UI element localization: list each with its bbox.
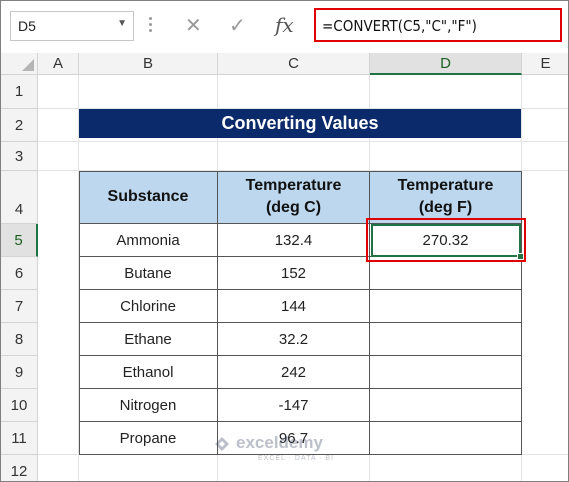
column-header-b[interactable]: B	[79, 53, 218, 75]
name-box-value: D5	[18, 18, 36, 34]
select-all-corner[interactable]	[1, 53, 38, 75]
cell-temp-f[interactable]	[370, 323, 522, 356]
cell-temp-c[interactable]: 32.2	[218, 323, 370, 356]
row-header-6[interactable]: 6	[1, 257, 38, 290]
row-header-8[interactable]: 8	[1, 323, 38, 356]
cell-substance[interactable]: Nitrogen	[79, 389, 218, 422]
formula-text: =CONVERT(C5,"C","F")	[322, 17, 477, 35]
close-icon[interactable]: ✕	[185, 13, 202, 38]
check-icon[interactable]: ✓	[229, 13, 246, 38]
header-temp-f[interactable]: Temperature (deg F)	[370, 171, 522, 224]
cell-substance[interactable]: Propane	[79, 422, 218, 455]
watermark-name: exceldemy	[236, 433, 323, 452]
gridline	[38, 141, 568, 142]
cell-temp-c[interactable]: 132.4	[218, 224, 370, 257]
row-header-1[interactable]: 1	[1, 75, 38, 109]
cell-temp-f[interactable]	[370, 356, 522, 389]
cell-temp-f[interactable]	[370, 422, 522, 455]
exceldemy-logo-icon	[215, 437, 229, 451]
cell-temp-f[interactable]	[370, 389, 522, 422]
cell-temp-c[interactable]: 152	[218, 257, 370, 290]
row-header-2[interactable]: 2	[1, 109, 38, 142]
cell-temp-f[interactable]	[370, 290, 522, 323]
row-header-4[interactable]: 4	[1, 171, 38, 224]
name-box[interactable]: D5 ▼	[10, 11, 134, 41]
header-substance[interactable]: Substance	[79, 171, 218, 224]
active-cell-outline	[371, 224, 521, 257]
cell-temp-c[interactable]: 144	[218, 290, 370, 323]
fill-handle[interactable]	[517, 253, 524, 260]
fx-icon[interactable]: fx	[275, 13, 294, 37]
row-header-11[interactable]: 11	[1, 422, 38, 455]
formula-bar: D5 ▼ ✕ ✓ fx =CONVERT(C5,"C","F")	[1, 1, 568, 54]
column-header-d[interactable]: D	[370, 53, 522, 75]
cell-substance[interactable]: Ethane	[79, 323, 218, 356]
row-header-10[interactable]: 10	[1, 389, 38, 422]
cell-substance[interactable]: Chlorine	[79, 290, 218, 323]
row-header-9[interactable]: 9	[1, 356, 38, 389]
row-header-3[interactable]: 3	[1, 142, 38, 171]
chevron-down-icon[interactable]: ▼	[117, 18, 127, 29]
cell-substance[interactable]: Ethanol	[79, 356, 218, 389]
cell-temp-c[interactable]: -147	[218, 389, 370, 422]
formula-input[interactable]: =CONVERT(C5,"C","F")	[314, 8, 562, 42]
row-header-12[interactable]: 12	[1, 455, 38, 481]
row-header-7[interactable]: 7	[1, 290, 38, 323]
sheet-title[interactable]: Converting Values	[79, 109, 521, 138]
spreadsheet-window: D5 ▼ ✕ ✓ fx =CONVERT(C5,"C","F") A B C D…	[0, 0, 569, 482]
cell-substance[interactable]: Ammonia	[79, 224, 218, 257]
column-header-c[interactable]: C	[218, 53, 370, 75]
header-temp-c[interactable]: Temperature (deg C)	[218, 171, 370, 224]
column-header-a[interactable]: A	[38, 53, 79, 75]
cell-substance[interactable]: Butane	[79, 257, 218, 290]
watermark-tagline: EXCEL · DATA · BI	[258, 455, 334, 462]
drag-handle-icon[interactable]	[148, 15, 154, 35]
cell-temp-c[interactable]: 242	[218, 356, 370, 389]
column-header-e[interactable]: E	[522, 53, 568, 75]
row-header-5[interactable]: 5	[1, 224, 38, 257]
